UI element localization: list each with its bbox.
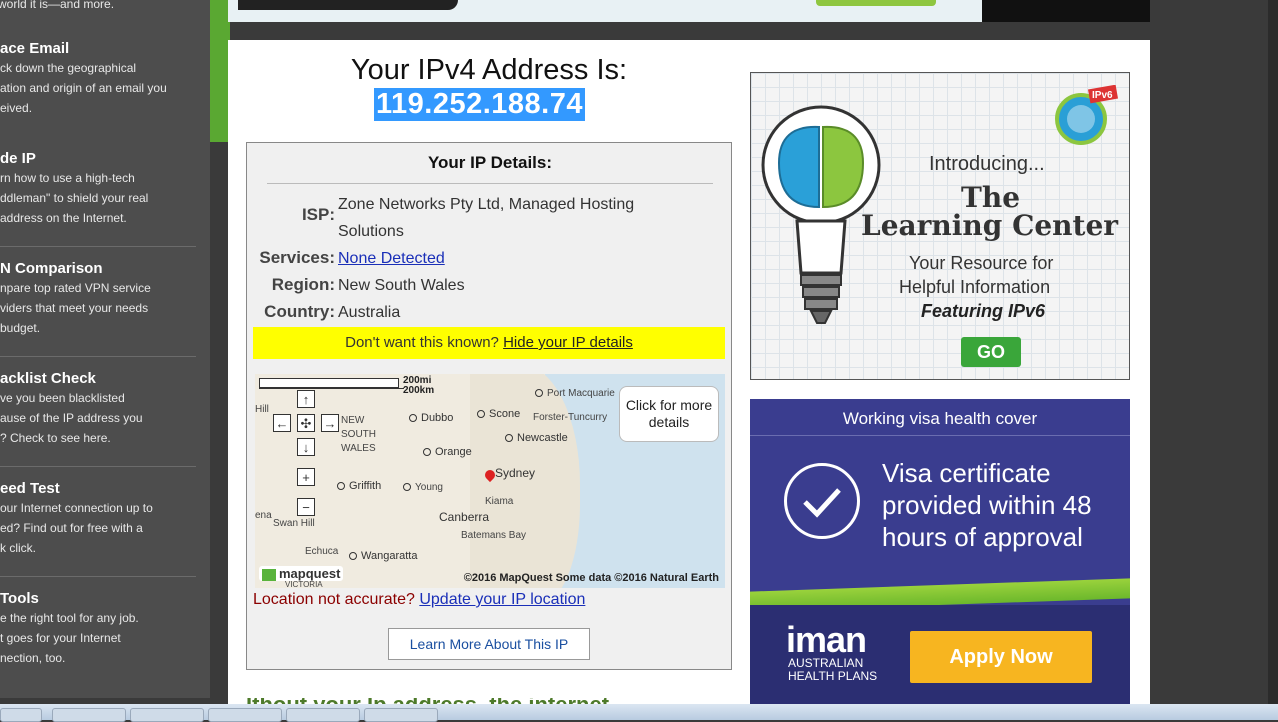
scrollbar-edge[interactable]	[1268, 0, 1278, 720]
banner-graphic	[238, 0, 458, 10]
map-callout[interactable]: Click for more details	[619, 386, 719, 442]
sidebar-divider	[0, 576, 196, 577]
pan-up-button[interactable]: ↑	[297, 390, 315, 408]
details-heading: Your IP Details:	[427, 153, 553, 172]
ip-details-panel: Your IP Details: ISP: Zone Networks Pty …	[246, 142, 732, 670]
region-label: Region:	[271, 275, 335, 294]
location-map[interactable]: 200mi 200km ↑ ← ✣ → ↓ + − Hill NEW SOUTH …	[255, 374, 725, 588]
country-label: Country:	[264, 302, 335, 321]
map-copyright: ©2016 MapQuest Some data ©2016 Natural E…	[463, 572, 719, 584]
ip-address[interactable]: 119.252.188.74	[374, 88, 585, 121]
recenter-button[interactable]: ✣	[297, 414, 315, 432]
sidebar-item-hide-ip[interactable]: de IP rn how to use a high-tech ddleman"…	[0, 150, 206, 228]
pan-right-button[interactable]: →	[321, 414, 339, 432]
sidebar-item-title: Tools	[0, 590, 39, 607]
ad-featuring: Featuring IPv6	[921, 301, 1046, 321]
zoom-out-button[interactable]: −	[297, 498, 315, 516]
update-location-link[interactable]: Update your IP location	[419, 591, 585, 608]
banner-button[interactable]	[816, 0, 936, 6]
ad-line2: Helpful Information	[899, 277, 1051, 297]
ipv6-globe-icon: IPv6	[1055, 85, 1119, 145]
services-label: Services:	[259, 248, 335, 267]
map-scale-text: 200mi 200km	[403, 375, 435, 396]
mapquest-logo[interactable]: mapquest	[259, 566, 344, 581]
sidebar-item-blacklist-check[interactable]: acklist Check ve you been blacklisted au…	[0, 370, 206, 448]
map-region-label: NEW SOUTH WALES	[341, 415, 376, 454]
ad-title: Learning Center	[861, 209, 1119, 242]
sidebar-divider	[0, 466, 196, 467]
sidebar-item-vpn-comparison[interactable]: N Comparison npare top rated VPN service…	[0, 260, 206, 338]
sidebar-item-tools[interactable]: Tools e the right tool for any job. t go…	[0, 590, 206, 668]
sidebar-item-title: de IP	[0, 150, 36, 167]
hide-prompt: Don't want this known?	[345, 334, 499, 351]
sidebar-item-title: N Comparison	[0, 260, 103, 277]
pan-down-button[interactable]: ↓	[297, 438, 315, 456]
isp-value: Zone Networks Pty Ltd, Managed Hosting S…	[338, 196, 635, 240]
ad-intro-text: Introducing...	[929, 153, 1045, 175]
services-link[interactable]: None Detected	[338, 250, 445, 267]
map-scale-bar	[259, 378, 399, 388]
sidebar-item-title: ace Email	[0, 40, 70, 57]
go-button[interactable]: GO	[961, 337, 1021, 367]
learn-more-button[interactable]: Learn More About This IP	[388, 628, 590, 660]
sidebar-item-whois[interactable]: world it is—and more.	[0, 0, 204, 14]
sidebar: world it is—and more. ace Email ck down …	[0, 0, 210, 698]
pan-left-button[interactable]: ←	[273, 414, 291, 432]
hide-ip-link[interactable]: Hide your IP details	[503, 334, 633, 351]
details-divider	[267, 183, 713, 184]
visa-health-ad[interactable]: Working visa health cover Visa certifica…	[750, 399, 1130, 707]
iman-logo-sub: AUSTRALIAN HEALTH PLANS	[788, 656, 878, 683]
svg-text:IPv6: IPv6	[1092, 90, 1113, 101]
location-prompt: Location not accurate?	[253, 591, 415, 608]
ad-line1: Your Resource for	[909, 253, 1054, 273]
checkmark-icon	[784, 463, 860, 539]
hide-ip-banner: Don't want this known? Hide your IP deta…	[253, 327, 725, 359]
country-value: Australia	[338, 304, 401, 321]
visa-ad-body: Visa certificate provided within 48 hour…	[882, 458, 1092, 552]
top-banner-ad[interactable]	[228, 0, 1150, 22]
iman-logo: iman	[786, 619, 867, 660]
isp-label: ISP:	[301, 205, 335, 224]
sidebar-item-title: acklist Check	[0, 370, 96, 387]
sidebar-item-title: eed Test	[0, 480, 60, 497]
banner-dark-panel	[982, 0, 1150, 22]
page-title: Your IPv4 Address Is:	[350, 54, 628, 86]
sidebar-item-trace-email[interactable]: ace Email ck down the geographical ation…	[0, 40, 206, 118]
location-correction: Location not accurate? Update your IP lo…	[253, 591, 585, 609]
mapquest-icon	[262, 568, 276, 581]
zoom-in-button[interactable]: +	[297, 468, 315, 486]
visa-ad-header: Working visa health cover	[842, 409, 1038, 428]
region-value: New South Wales	[338, 277, 465, 294]
sidebar-item-speed-test[interactable]: eed Test our Internet connection up to e…	[0, 480, 206, 558]
sidebar-divider	[0, 246, 196, 247]
apply-now-button[interactable]: Apply Now	[910, 631, 1092, 683]
sidebar-item-desc: world it is—and more.	[0, 0, 115, 11]
sidebar-divider	[0, 356, 196, 357]
map-coast	[470, 374, 580, 588]
learning-center-ad[interactable]: IPv6 Introducing... The Learning Center …	[750, 72, 1130, 380]
